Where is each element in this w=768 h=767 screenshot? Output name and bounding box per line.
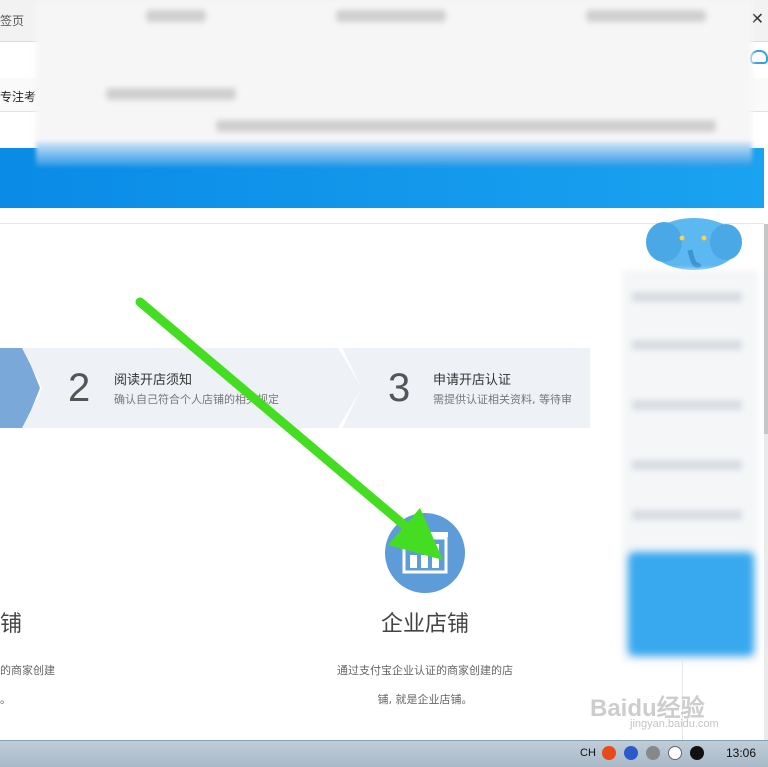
personal-shop-desc: 。 <box>0 693 11 706</box>
enterprise-shop-desc: 通过支付宝企业认证的商家创建的店 <box>337 664 513 677</box>
enterprise-shop-desc: 铺, 就是企业店铺。 <box>377 693 473 706</box>
network-icon[interactable] <box>646 746 660 760</box>
step-title: 申请开店认证 <box>433 373 512 388</box>
bookmark-item[interactable]: 专注考 <box>0 88 36 105</box>
personal-shop-title: 铺 <box>0 612 23 637</box>
clock[interactable]: 13:06 <box>726 746 756 760</box>
watermark-url: jingyan.baidu.com <box>630 718 719 730</box>
elephant-mascot-icon[interactable] <box>644 214 744 274</box>
blurred-region <box>36 0 752 162</box>
blurred-blue-box <box>628 552 754 656</box>
blurred-gradient <box>36 142 752 166</box>
blurred-bar <box>146 10 206 22</box>
blurred-bar <box>632 340 742 350</box>
qq-icon[interactable] <box>690 746 704 760</box>
blurred-bar <box>632 292 742 302</box>
blurred-bar <box>106 88 236 100</box>
step-title: 阅读开店须知 <box>114 373 193 388</box>
enterprise-shop-title[interactable]: 企业店铺 <box>340 606 510 638</box>
close-icon[interactable]: ✕ <box>751 9 764 28</box>
help-icon[interactable] <box>624 746 638 760</box>
ime-indicator[interactable]: CH <box>580 747 596 759</box>
scrollbar-thumb[interactable] <box>764 224 768 434</box>
tab-label[interactable]: 签页 <box>0 12 24 29</box>
step-number: 2 <box>68 366 91 410</box>
screen: 签页 ✕ 专注考 2 阅读开店须知 确认自己符合个人店铺的相关规定 3 申请开店… <box>0 0 768 767</box>
step-desc: 确认自己符合个人店铺的相关规定 <box>114 393 279 406</box>
cloud-icon[interactable] <box>750 50 768 64</box>
arrow-up-icon[interactable] <box>668 746 682 760</box>
sogou-icon[interactable] <box>602 746 616 760</box>
taskbar: CH 13:06 <box>0 740 768 767</box>
step-3 <box>342 348 590 428</box>
blurred-bar <box>632 460 742 470</box>
blurred-bar <box>632 400 742 410</box>
blurred-bar <box>632 510 742 520</box>
personal-shop-desc: 的商家创建 <box>0 664 55 677</box>
blurred-bar <box>586 10 706 22</box>
blurred-bar <box>216 120 716 132</box>
step-desc: 需提供认证相关资料, 等待审 <box>433 393 572 406</box>
blurred-bar <box>336 10 446 22</box>
building-icon <box>402 532 448 574</box>
step-number: 3 <box>388 366 411 410</box>
steps-bar: 2 阅读开店须知 确认自己符合个人店铺的相关规定 3 申请开店认证 需提供认证相… <box>0 348 590 428</box>
